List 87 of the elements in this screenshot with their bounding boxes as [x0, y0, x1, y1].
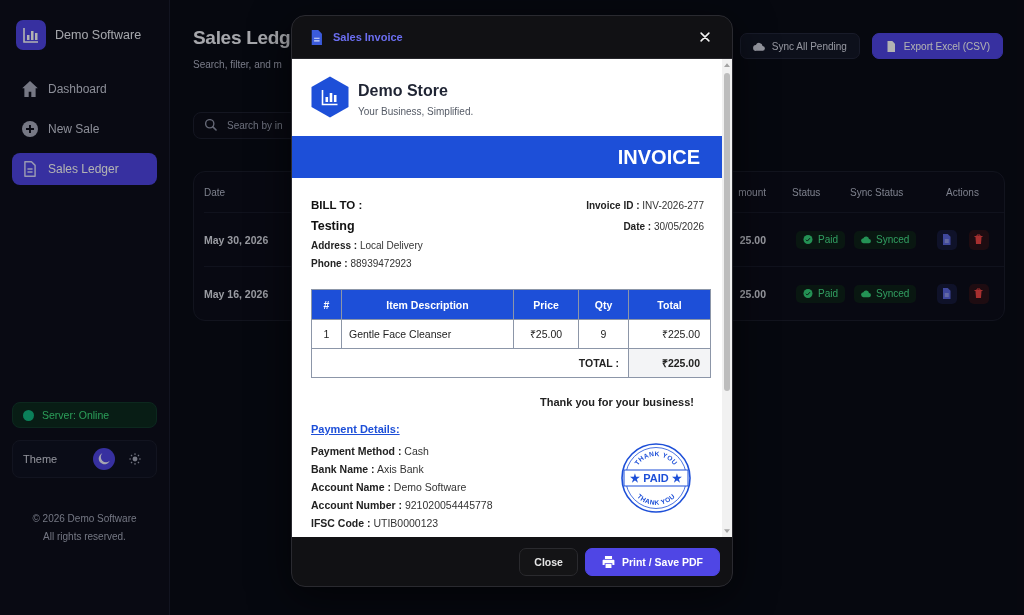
hexagon-chart-logo-icon	[311, 76, 349, 118]
page-subtitle: Search, filter, and m	[193, 58, 283, 72]
footer-text: All rights reserved.	[42, 530, 127, 544]
cloud-icon	[752, 40, 765, 52]
search-icon	[205, 119, 217, 131]
table-cell: ₹225.00	[628, 319, 711, 349]
sidebar-nav-item[interactable]: Sales Ledger	[12, 153, 157, 185]
customer-detail: Phone : 88939472923	[311, 257, 412, 271]
payment-detail: Account Number : 921020054445778	[311, 498, 493, 513]
table-cell: May 30, 2026	[204, 233, 269, 246]
document-icon	[942, 288, 951, 299]
cloud-icon	[861, 289, 871, 298]
invoice-meta: Invoice ID : INV-2026-277	[586, 199, 704, 213]
column-header: Status	[792, 186, 821, 198]
trash-icon	[974, 234, 983, 245]
dialog-close-button[interactable]	[700, 32, 710, 42]
column-header: Actions	[946, 186, 979, 198]
store-name: Demo Store	[358, 81, 449, 101]
close-button[interactable]: Close	[519, 547, 578, 576]
scrollbar-thumb[interactable]	[724, 73, 730, 391]
column-header: Item Description	[341, 289, 514, 320]
table-cell: 25.00	[739, 233, 766, 246]
column-header: #	[311, 289, 342, 320]
sidebar-nav-item[interactable]: New Sale	[12, 113, 157, 145]
column-header: Date	[204, 186, 226, 198]
payment-detail: IFSC Code : UTIB0000123	[311, 516, 439, 531]
invoice-heading: INVOICE	[617, 145, 700, 169]
column-header: Qty	[578, 289, 629, 320]
document-icon	[311, 29, 322, 45]
plus-circle-icon	[22, 121, 38, 137]
document-icon	[942, 234, 951, 245]
table-cell: ₹25.00	[513, 319, 579, 349]
table-cell: May 16, 2026	[204, 287, 269, 300]
customer-detail: Address : Local Delivery	[311, 239, 423, 253]
total-label: TOTAL :	[311, 348, 629, 378]
delete-button[interactable]	[968, 229, 989, 250]
bill-to-label: BILL TO :	[311, 198, 363, 213]
column-header: Sync Status	[850, 186, 904, 198]
table-cell: 9	[578, 319, 629, 349]
footer-text: © 2026 Demo Software	[31, 512, 138, 526]
stamp-label: ★ PAID ★	[630, 472, 682, 484]
thank-you-note: Thank you for your business!	[538, 395, 695, 410]
column-header: Price	[513, 289, 579, 320]
column-header: mount	[738, 186, 766, 198]
table-cell: 1	[311, 319, 342, 349]
close-icon	[700, 32, 710, 42]
payment-details-heading: Payment Details:	[311, 422, 400, 437]
scrollbar[interactable]	[722, 59, 732, 537]
printer-icon	[601, 555, 615, 568]
status-text: Paid	[818, 288, 838, 299]
payment-detail: Account Name : Demo Software	[311, 480, 467, 495]
total-amount: ₹225.00	[628, 348, 711, 378]
check-circle-icon	[803, 289, 813, 298]
status-text: Paid	[818, 234, 838, 245]
home-icon	[22, 81, 38, 97]
brand-name: Demo Software	[55, 28, 142, 42]
bar-chart-logo-icon	[16, 20, 46, 50]
theme-label: Theme	[23, 453, 58, 465]
sync-status-text: Synced	[876, 288, 910, 299]
table-cell: Gentle Face Cleanser	[341, 319, 514, 349]
view-button[interactable]	[936, 283, 957, 304]
moon-icon	[98, 453, 110, 465]
toolbar-button[interactable]: Sync All Pending	[739, 33, 860, 59]
table-cell: 25.00	[739, 287, 766, 300]
customer-name: Testing	[311, 218, 355, 235]
print-button[interactable]: Print / Save PDF	[584, 547, 720, 576]
scroll-up-arrow-icon	[724, 63, 730, 67]
store-tagline: Your Business, Simplified.	[358, 105, 474, 118]
invoice-meta: Date : 30/05/2026	[623, 220, 704, 234]
server-status-text: Server: Online	[42, 409, 110, 421]
delete-button[interactable]	[968, 283, 989, 304]
page-title: Sales Ledg	[193, 26, 291, 50]
sync-status-text: Synced	[876, 234, 910, 245]
scroll-down-arrow-icon	[724, 529, 730, 533]
view-button[interactable]	[936, 229, 957, 250]
sidebar-nav-item[interactable]: Dashboard	[12, 73, 157, 105]
payment-detail: Bank Name : Axis Bank	[311, 462, 424, 477]
check-circle-icon	[803, 235, 813, 244]
dialog-title: Sales Invoice	[333, 31, 403, 43]
column-header: Total	[628, 289, 711, 320]
toolbar-button[interactable]: Export Excel (CSV)	[871, 33, 1003, 59]
sun-icon	[129, 453, 141, 465]
theme-toggle-button[interactable]	[93, 448, 115, 470]
payment-detail: Payment Method : Cash	[311, 444, 429, 459]
cloud-icon	[861, 235, 871, 244]
document-icon	[22, 161, 38, 177]
trash-icon	[974, 288, 983, 299]
